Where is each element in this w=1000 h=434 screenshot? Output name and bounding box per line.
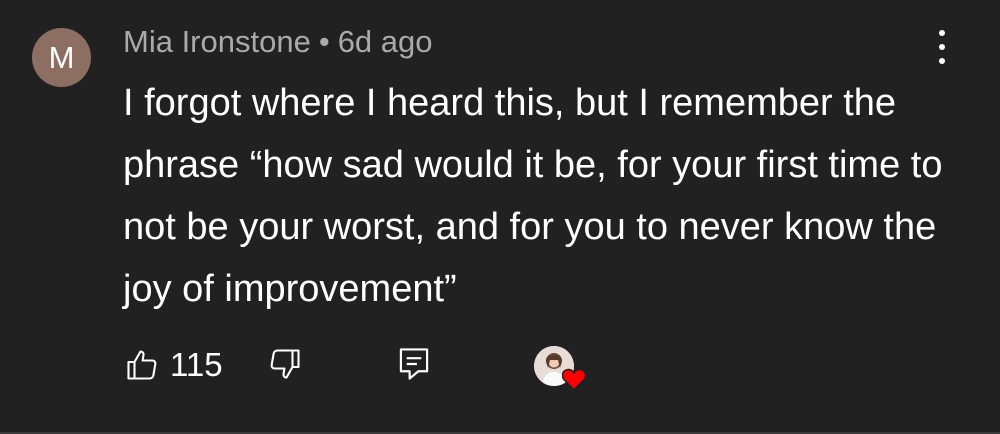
dislike-button[interactable]	[267, 346, 303, 382]
heart-icon	[562, 368, 586, 390]
comment-action-bar: 115	[0, 340, 1000, 400]
author-avatar[interactable]: M	[32, 28, 91, 87]
meta-separator: •	[318, 24, 330, 59]
comment-header: Mia Ironstone • 6d ago	[123, 24, 433, 60]
thumbs-up-icon	[127, 350, 157, 380]
comment-text: I forgot where I heard this, but I remem…	[123, 82, 943, 310]
creator-heart-badge[interactable]	[534, 346, 590, 396]
menu-dot	[939, 58, 945, 64]
like-count: 115	[170, 346, 223, 383]
menu-dot	[939, 44, 945, 50]
author-initial: M	[48, 40, 75, 75]
thumbs-down-icon	[270, 349, 300, 379]
reply-icon	[399, 348, 429, 380]
comment-timestamp[interactable]: 6d ago	[338, 24, 433, 59]
reply-button[interactable]	[398, 346, 430, 382]
like-button[interactable]: 115	[124, 346, 223, 384]
more-vert-icon[interactable]	[932, 30, 952, 64]
menu-dot	[939, 30, 945, 36]
comment-card: M Mia Ironstone • 6d ago I forgot where I …	[0, 0, 1000, 434]
author-name[interactable]: Mia Ironstone	[123, 24, 311, 59]
